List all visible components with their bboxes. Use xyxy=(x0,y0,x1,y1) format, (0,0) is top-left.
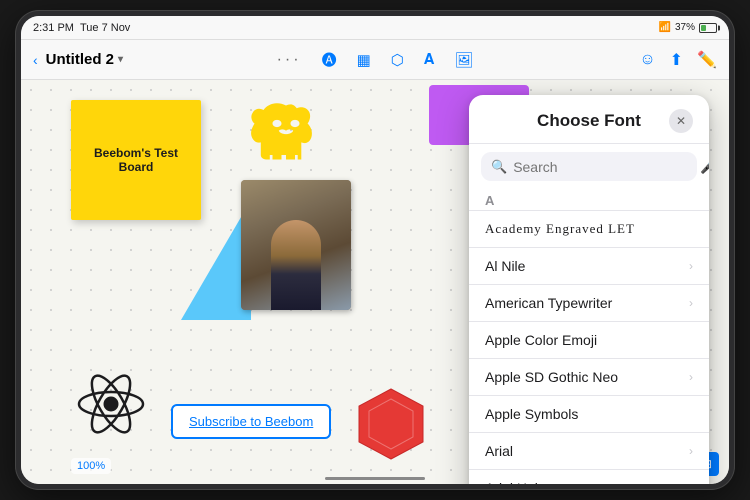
sticky-note-text: Beebom's Test Board xyxy=(81,146,191,174)
dots-menu[interactable]: ··· xyxy=(277,51,302,69)
font-item-chevron: › xyxy=(689,259,693,273)
battery-icon xyxy=(699,23,717,33)
font-item-american-typewriter[interactable]: American Typewriter › xyxy=(469,284,709,321)
image-tool-icon[interactable]: 🖼 xyxy=(454,51,473,69)
lion-element[interactable] xyxy=(241,95,331,175)
font-item-apple-sd-gothic[interactable]: Apple SD Gothic Neo › xyxy=(469,358,709,395)
font-name-al-nile: Al Nile xyxy=(485,258,525,274)
font-panel-title: Choose Font xyxy=(537,111,641,131)
battery-fill xyxy=(701,25,706,31)
lion-svg-icon xyxy=(241,95,331,170)
shape-tool-icon[interactable]: ⬡ xyxy=(391,51,404,69)
canvas-area: Beebom's Test Board xyxy=(21,80,729,484)
font-item-academy[interactable]: Academy Engraved LET xyxy=(469,210,709,247)
pencil-tool-icon[interactable]: 🅐 xyxy=(322,49,337,70)
zoom-value: 100% xyxy=(77,460,105,472)
font-item-arial-hebrew[interactable]: Arial Hebrew › xyxy=(469,469,709,484)
status-left: 2:31 PM Tue 7 Nov xyxy=(33,22,130,34)
date-display: Tue 7 Nov xyxy=(80,22,130,34)
font-item-al-nile[interactable]: Al Nile › xyxy=(469,247,709,284)
photo-person-silhouette xyxy=(271,220,321,310)
font-search-bar: 🔍 🎤 xyxy=(481,152,697,181)
close-font-panel-button[interactable]: ✕ xyxy=(669,109,693,133)
battery-percent: 37% xyxy=(675,22,695,33)
atom-element[interactable] xyxy=(71,364,151,444)
font-chooser-panel: Choose Font ✕ 🔍 🎤 A Academy Engraved LET xyxy=(469,95,709,484)
subscribe-text: Subscribe to Beebom xyxy=(189,414,313,429)
font-name-arial-hebrew: Arial Hebrew xyxy=(485,480,565,484)
font-item-chevron: › xyxy=(689,370,693,384)
font-search-input[interactable] xyxy=(513,159,694,175)
font-item-chevron: › xyxy=(689,444,693,458)
toolbar-center-icons: ··· 🅐 ▦ ⬡ 𝐀 🖼 xyxy=(277,49,474,70)
grid-tool-icon[interactable]: ▦ xyxy=(357,51,371,69)
font-name-apple-sd-gothic: Apple SD Gothic Neo xyxy=(485,369,618,385)
status-right: 📶 37% xyxy=(659,22,717,33)
font-name-arial: Arial xyxy=(485,443,513,459)
hexagon-element[interactable] xyxy=(351,384,431,464)
status-bar: 2:31 PM Tue 7 Nov 📶 37% xyxy=(21,16,729,40)
search-icon: 🔍 xyxy=(491,159,507,175)
font-name-apple-symbols: Apple Symbols xyxy=(485,406,578,422)
emoji-icon[interactable]: ☺ xyxy=(639,51,655,69)
font-item-apple-symbols[interactable]: Apple Symbols xyxy=(469,395,709,432)
font-section-a: A xyxy=(469,189,709,210)
photo-element[interactable] xyxy=(241,180,351,310)
ipad-screen: 2:31 PM Tue 7 Nov 📶 37% ‹ Untitled 2 ▾ ·… xyxy=(21,16,729,484)
document-title[interactable]: Untitled 2 ▾ xyxy=(46,51,123,68)
font-name-apple-color-emoji: Apple Color Emoji xyxy=(485,332,597,348)
subscribe-button[interactable]: Subscribe to Beebom xyxy=(171,404,331,439)
wifi-icon: 📶 xyxy=(659,22,671,33)
back-chevron-icon: ‹ xyxy=(33,52,38,68)
font-item-apple-color-emoji[interactable]: Apple Color Emoji xyxy=(469,321,709,358)
font-name-american-typewriter: American Typewriter xyxy=(485,295,612,311)
font-item-chevron: › xyxy=(689,481,693,484)
mic-icon[interactable]: 🎤 xyxy=(700,158,709,175)
toolbar: ‹ Untitled 2 ▾ ··· 🅐 ▦ ⬡ 𝐀 🖼 ☺ ⬆ ✏️ xyxy=(21,40,729,80)
zoom-percent-label: 100% xyxy=(71,458,111,474)
title-chevron-icon: ▾ xyxy=(118,54,123,65)
font-name-academy: Academy Engraved LET xyxy=(485,221,635,237)
edit-icon[interactable]: ✏️ xyxy=(697,50,717,70)
text-tool-icon[interactable]: 𝐀 xyxy=(424,51,434,68)
home-indicator xyxy=(325,477,425,480)
font-item-arial[interactable]: Arial › xyxy=(469,432,709,469)
font-list: Academy Engraved LET Al Nile › American … xyxy=(469,210,709,484)
time-display: 2:31 PM xyxy=(33,22,74,34)
photo-inner xyxy=(241,180,351,310)
toolbar-right-icons: ☺ ⬆ ✏️ xyxy=(639,50,717,70)
font-item-chevron: › xyxy=(689,296,693,310)
ipad-frame: 2:31 PM Tue 7 Nov 📶 37% ‹ Untitled 2 ▾ ·… xyxy=(15,10,735,490)
doc-title-text: Untitled 2 xyxy=(46,51,114,68)
back-button[interactable]: ‹ xyxy=(33,52,38,68)
share-icon[interactable]: ⬆ xyxy=(670,50,683,70)
hexagon-svg-icon xyxy=(351,384,431,464)
font-panel-header: Choose Font ✕ xyxy=(469,95,709,144)
atom-svg-icon xyxy=(71,364,151,444)
